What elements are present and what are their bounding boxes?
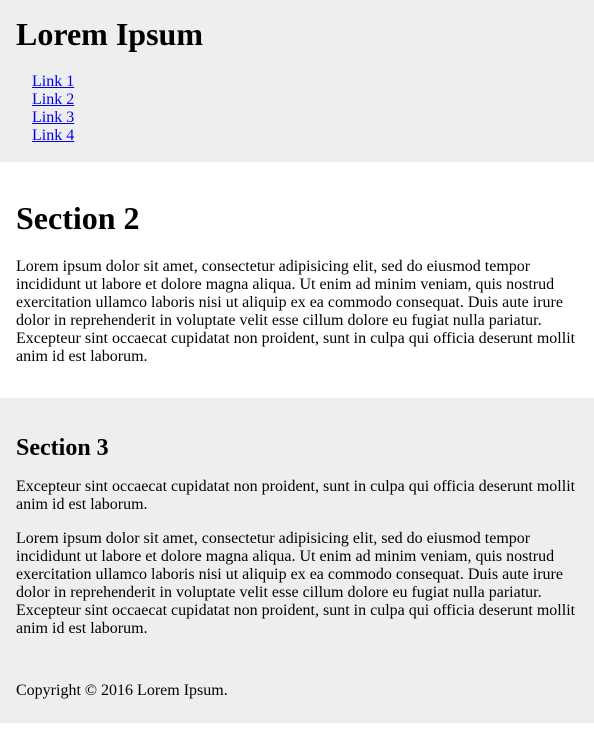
bottom-spacer bbox=[0, 723, 594, 747]
nav-link-2[interactable]: Link 2 bbox=[32, 91, 74, 108]
nav-link-1[interactable]: Link 1 bbox=[32, 73, 74, 90]
section-3-paragraph-2: Lorem ipsum dolor sit amet, consectetur … bbox=[16, 530, 576, 637]
nav-item: Link 2 bbox=[32, 91, 578, 109]
section-3-paragraph-1: Excepteur sint occaecat cupidatat non pr… bbox=[16, 478, 576, 513]
nav-link-3[interactable]: Link 3 bbox=[32, 109, 74, 126]
nav-item: Link 1 bbox=[32, 73, 578, 91]
section-3: Section 3 Excepteur sint occaecat cupida… bbox=[0, 398, 594, 723]
site-header: Lorem Ipsum Link 1 Link 2 Link 3 Link 4 bbox=[0, 0, 594, 162]
footer-copyright: Copyright © 2016 Lorem Ipsum. bbox=[16, 682, 228, 699]
section-2-paragraph: Lorem ipsum dolor sit amet, consectetur … bbox=[16, 258, 576, 365]
nav-item: Link 4 bbox=[32, 127, 578, 145]
nav-item: Link 3 bbox=[32, 109, 578, 127]
section-3-title: Section 3 bbox=[16, 435, 109, 461]
nav-list: Link 1 Link 2 Link 3 Link 4 bbox=[16, 73, 578, 145]
site-title: Lorem Ipsum bbox=[16, 16, 203, 52]
nav-link-4[interactable]: Link 4 bbox=[32, 127, 74, 144]
main-nav: Link 1 Link 2 Link 3 Link 4 bbox=[16, 73, 578, 145]
section-2: Section 2 Lorem ipsum dolor sit amet, co… bbox=[0, 162, 594, 398]
section-2-title: Section 2 bbox=[16, 200, 140, 236]
